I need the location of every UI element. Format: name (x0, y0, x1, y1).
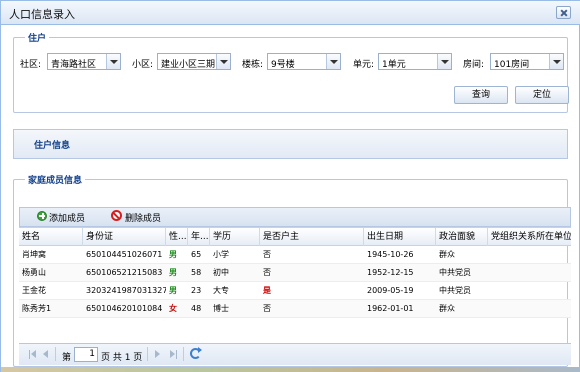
column-header-household-head[interactable]: 是否户主 (260, 228, 364, 246)
table-row[interactable]: 王金花 320324198703132762 男 23 大专 是 2009-05… (19, 282, 571, 300)
chevron-down-icon[interactable] (106, 54, 120, 69)
room-select[interactable]: 101房间 (490, 53, 564, 70)
page-prefix: 第 (62, 353, 72, 363)
cell-education: 博士 (213, 304, 229, 313)
column-header-id[interactable]: 身份证 (83, 228, 166, 246)
chevron-down-icon[interactable] (216, 54, 230, 69)
cell-id: 650104451026071 (86, 250, 163, 259)
cell-name: 陈秀芳1 (22, 304, 52, 313)
chevron-down-icon[interactable] (326, 54, 340, 69)
cell-name: 杨勇山 (22, 268, 46, 277)
cell-age: 23 (191, 286, 202, 295)
estate-select[interactable]: 建业小区三期 (157, 53, 231, 70)
cell-birth-date: 1952-12-15 (367, 268, 414, 277)
pager-separator (55, 347, 56, 361)
cell-gender: 男 (169, 268, 177, 277)
column-header-birth-date[interactable]: 出生日期 (364, 228, 436, 246)
household-legend: 住户 (25, 31, 50, 44)
first-page-icon[interactable] (29, 350, 37, 359)
pager-separator (183, 347, 184, 361)
cell-age: 58 (191, 268, 202, 277)
dialog-window: 人口信息录入 住户 社区: 青海路社区 小区: 建业小区三期 楼栋: 9号楼 单… (0, 0, 580, 372)
cell-household-head: 否 (263, 304, 271, 313)
room-label: 房间: (463, 60, 485, 70)
cell-age: 48 (191, 304, 202, 313)
column-header-party-unit[interactable]: 党组织关系所在单位 (488, 228, 571, 246)
cell-gender: 男 (169, 286, 177, 295)
cell-birth-date: 2009-05-19 (367, 286, 414, 295)
pager-separator (147, 347, 148, 361)
column-header-education[interactable]: 学历 (210, 228, 260, 246)
title-bar[interactable]: 人口信息录入 (1, 1, 580, 25)
next-page-icon[interactable] (154, 350, 162, 359)
table-row[interactable]: 杨勇山 650106521215083 男 58 初中 否 1952-12-15… (19, 264, 571, 282)
family-legend: 家庭成员信息 (25, 173, 86, 186)
cell-id: 650106521215083 (86, 268, 163, 277)
table-row[interactable]: 肖坤窝 650104451026071 男 65 小学 否 1945-10-26… (19, 246, 571, 264)
cell-household-head: 是 (263, 286, 271, 295)
cell-id: 320324198703132762 (86, 286, 166, 295)
column-header-name[interactable]: 姓名 (19, 228, 83, 246)
cell-political: 群众 (439, 250, 455, 259)
chevron-down-icon[interactable] (549, 54, 563, 69)
cell-education: 小学 (213, 250, 229, 259)
cell-political: 中共党员 (439, 268, 471, 277)
community-select[interactable]: 青海路社区 (47, 53, 121, 70)
cell-household-head: 否 (263, 250, 271, 259)
column-header-political[interactable]: 政治面貌 (436, 228, 488, 246)
cell-age: 65 (191, 250, 202, 259)
close-icon[interactable] (556, 6, 571, 19)
family-toolbar (19, 207, 571, 227)
column-header-gender[interactable]: 性... (166, 228, 188, 246)
cell-political: 中共党员 (439, 286, 471, 295)
household-info-panel (13, 129, 568, 159)
refresh-icon[interactable] (190, 347, 202, 359)
cell-party-unit (488, 282, 571, 300)
cell-birth-date: 1962-01-01 (367, 304, 414, 313)
page-total-text: 页 共 1 页 (101, 353, 143, 363)
cell-education: 初中 (213, 268, 229, 277)
column-header-age[interactable]: 年... (188, 228, 210, 246)
estate-label: 小区: (132, 60, 154, 70)
page-number-input[interactable]: 1 (74, 347, 98, 362)
cell-party-unit (488, 264, 571, 282)
cell-education: 大专 (213, 286, 229, 295)
table-row[interactable]: 陈秀芳1 650104620101084 女 48 博士 否 1962-01-0… (19, 300, 571, 318)
cell-gender: 女 (169, 304, 177, 313)
window-title: 人口信息录入 (9, 8, 75, 21)
household-info-legend: 住户信息 (34, 141, 71, 151)
last-page-icon[interactable] (169, 350, 177, 359)
building-select[interactable]: 9号楼 (267, 53, 341, 70)
chevron-down-icon[interactable] (437, 54, 451, 69)
cell-birth-date: 1945-10-26 (367, 250, 414, 259)
cell-party-unit (488, 246, 571, 264)
add-icon[interactable] (37, 211, 47, 221)
add-member-button[interactable]: 添加成员 (49, 211, 85, 224)
cell-party-unit (488, 300, 571, 318)
unit-select[interactable]: 1单元 (378, 53, 452, 70)
cell-political: 群众 (439, 304, 455, 313)
cell-name: 肖坤窝 (22, 250, 46, 259)
locate-button[interactable]: 定位 (515, 86, 569, 104)
delete-member-button[interactable]: 删除成员 (125, 211, 161, 224)
delete-icon[interactable] (111, 210, 122, 221)
grid-header: 姓名 身份证 性... 年... 学历 是否户主 出生日期 政治面貌 党组织关系… (19, 227, 571, 246)
cell-id: 650104620101084 (86, 304, 163, 313)
cell-gender: 男 (169, 250, 177, 259)
prev-page-icon[interactable] (41, 350, 49, 359)
background-strip (1, 367, 580, 372)
cell-household-head: 否 (263, 268, 271, 277)
community-label: 社区: (20, 60, 42, 70)
building-label: 楼栋: (242, 60, 264, 70)
query-button[interactable]: 查询 (454, 86, 508, 104)
cell-name: 王金花 (22, 286, 46, 295)
unit-label: 单元: (353, 60, 375, 70)
